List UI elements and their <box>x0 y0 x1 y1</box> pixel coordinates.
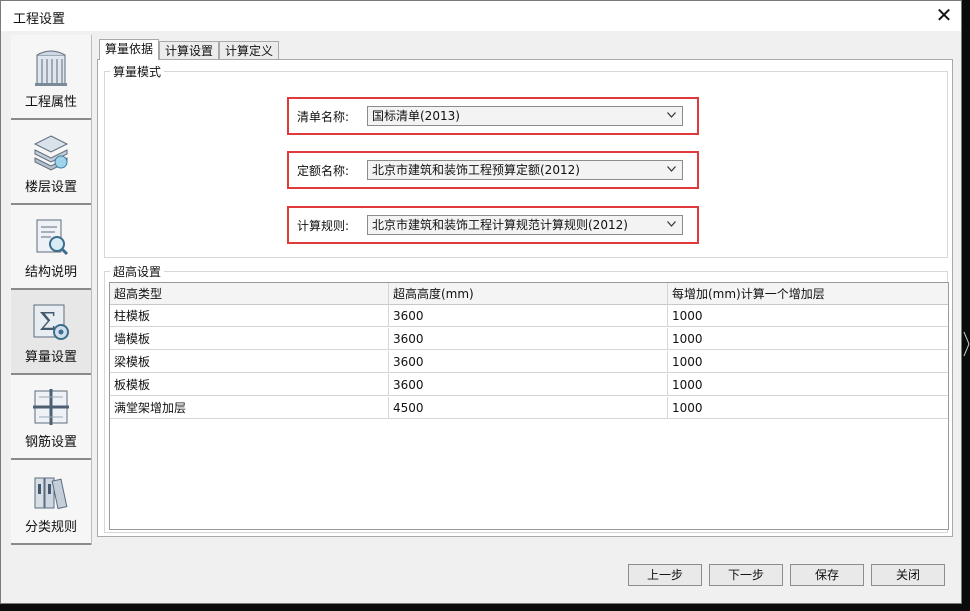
tab-calc-settings[interactable]: 计算设置 <box>159 41 219 60</box>
sidebar: 工程属性 楼层设置 结构说明 Σ 算量设置 钢筋设置 分类规则 <box>11 35 92 545</box>
calc-mode-group-title: 算量模式 <box>110 63 165 80</box>
next-step-button[interactable]: 下一步 <box>709 564 783 586</box>
calc-rule-label: 计算规则: <box>297 219 350 233</box>
sidebar-item-classification-rules[interactable]: 分类规则 <box>11 460 91 545</box>
sidebar-item-label: 算量设置 <box>24 350 77 365</box>
table-cell: 满堂架增加层 <box>110 397 389 419</box>
sidebar-item-structure-notes[interactable]: 结构说明 <box>11 205 91 290</box>
sidebar-item-rebar-settings[interactable]: 钢筋设置 <box>11 375 91 460</box>
sidebar-item-label: 楼层设置 <box>24 180 77 195</box>
column-header-height[interactable]: 超高高度(mm) <box>389 283 668 305</box>
floor-layers-icon <box>33 135 69 171</box>
document-magnifier-icon <box>36 219 69 256</box>
close-button[interactable]: 关闭 <box>871 564 945 586</box>
table-cell[interactable]: 1000 <box>668 305 948 327</box>
overheight-group: 超高设置 超高类型 超高高度(mm) 每增加(mm)计算一个增加层 柱模板 36… <box>104 263 949 533</box>
table-cell[interactable]: 3600 <box>389 305 668 327</box>
quota-name-select[interactable]: 北京市建筑和装饰工程预算定额(2012) <box>367 160 683 180</box>
chevron-down-icon <box>667 166 676 172</box>
table-cell[interactable]: 1000 <box>668 374 948 396</box>
chevron-right-icon <box>963 331 970 357</box>
books-icon <box>34 477 68 510</box>
calc-rule-select[interactable]: 北京市建筑和装饰工程计算规范计算规则(2012) <box>367 215 683 235</box>
column-header-increment[interactable]: 每增加(mm)计算一个增加层 <box>668 283 948 305</box>
prev-step-button[interactable]: 上一步 <box>628 564 702 586</box>
sidebar-item-label: 分类规则 <box>24 520 77 535</box>
sidebar-item-label: 结构说明 <box>24 265 77 280</box>
table-cell: 柱模板 <box>110 305 389 327</box>
sigma-gear-icon: Σ <box>33 304 69 340</box>
table-cell[interactable]: 1000 <box>668 328 948 350</box>
tab-calc-definition[interactable]: 计算定义 <box>219 41 279 60</box>
table-cell: 梁模板 <box>110 351 389 373</box>
quota-name-label: 定额名称: <box>297 164 350 178</box>
quota-name-field: 定额名称: 北京市建筑和装饰工程预算定额(2012) <box>287 151 699 189</box>
table-row[interactable]: 满堂架增加层 4500 1000 <box>110 397 948 419</box>
bill-name-select[interactable]: 国标清单(2013) <box>367 106 683 126</box>
sidebar-item-floor-settings[interactable]: 楼层设置 <box>11 120 91 205</box>
close-icon[interactable]: ✕ <box>929 2 959 30</box>
table-cell[interactable]: 3600 <box>389 328 668 350</box>
table-row[interactable]: 墙模板 3600 1000 <box>110 328 948 350</box>
sidebar-item-label: 工程属性 <box>24 95 77 110</box>
table-cell[interactable]: 3600 <box>389 351 668 373</box>
sidebar-item-quantity-settings[interactable]: Σ 算量设置 <box>11 290 91 375</box>
calc-mode-group: 算量模式 清单名称: 国标清单(2013) 定额名称: 北京市建筑和装饰工程预算… <box>104 63 948 258</box>
rebar-icon <box>33 389 69 425</box>
chevron-down-icon <box>667 221 676 227</box>
table-header: 超高类型 超高高度(mm) 每增加(mm)计算一个增加层 <box>110 283 948 305</box>
sidebar-item-project-properties[interactable]: 工程属性 <box>11 35 91 120</box>
window-title: 工程设置 <box>13 12 66 27</box>
bill-name-value: 国标清单(2013) <box>372 109 460 123</box>
table-row[interactable]: 梁模板 3600 1000 <box>110 351 948 373</box>
calc-rule-value: 北京市建筑和装饰工程计算规范计算规则(2012) <box>372 218 628 232</box>
title-bar: 工程设置 ✕ <box>1 1 961 31</box>
bill-name-label: 清单名称: <box>297 110 350 124</box>
chevron-down-icon <box>667 112 676 118</box>
tab-panel-calc-basis: 算量模式 清单名称: 国标清单(2013) 定额名称: 北京市建筑和装饰工程预算… <box>97 59 953 537</box>
table-cell[interactable]: 1000 <box>668 351 948 373</box>
table-cell[interactable]: 1000 <box>668 397 948 419</box>
table-cell: 板模板 <box>110 374 389 396</box>
table-cell[interactable]: 4500 <box>389 397 668 419</box>
table-cell: 墙模板 <box>110 328 389 350</box>
table-row[interactable]: 柱模板 3600 1000 <box>110 305 948 327</box>
main-content: 算量依据 计算设置 计算定义 算量模式 清单名称: 国标清单(2013) 定额名… <box>93 39 955 545</box>
table-cell[interactable]: 3600 <box>389 374 668 396</box>
project-settings-window: 工程设置 ✕ 工程属性 楼层设置 结构说明 Σ 算量设置 钢筋设置 分类规则 算… <box>0 0 962 604</box>
save-button[interactable]: 保存 <box>790 564 864 586</box>
column-header-type[interactable]: 超高类型 <box>110 283 389 305</box>
tab-calc-basis[interactable]: 算量依据 <box>99 39 159 60</box>
table-row[interactable]: 板模板 3600 1000 <box>110 374 948 396</box>
bill-name-field: 清单名称: 国标清单(2013) <box>287 97 699 135</box>
building-icon <box>35 50 67 86</box>
overheight-group-title: 超高设置 <box>110 263 165 280</box>
quota-name-value: 北京市建筑和装饰工程预算定额(2012) <box>372 163 580 177</box>
calc-rule-field: 计算规则: 北京市建筑和装饰工程计算规范计算规则(2012) <box>287 206 699 244</box>
overheight-table: 超高类型 超高高度(mm) 每增加(mm)计算一个增加层 柱模板 3600 10… <box>109 282 949 530</box>
sidebar-item-label: 钢筋设置 <box>24 435 77 450</box>
